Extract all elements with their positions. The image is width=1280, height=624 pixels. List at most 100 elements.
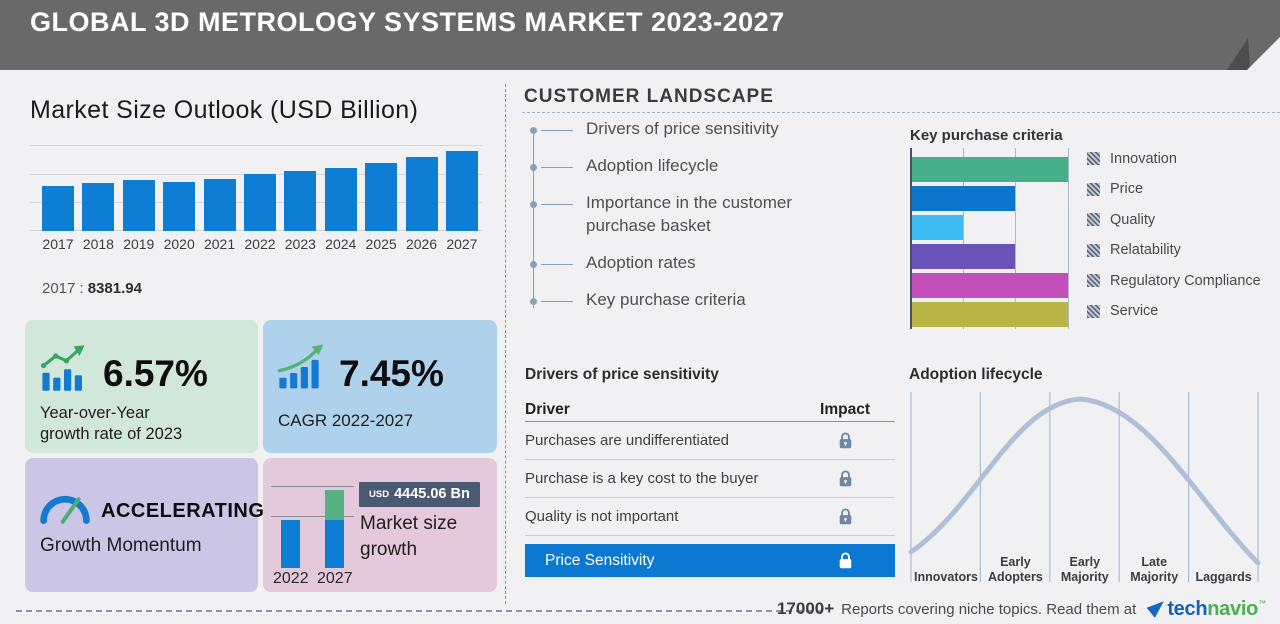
legend-item-regulatory-compliance: Regulatory Compliance [1087,272,1261,289]
market-bar-column [365,163,398,231]
landscape-list-item: Drivers of price sensitivity [530,118,860,141]
bullet-dot-icon [530,163,537,171]
cagr-label: CAGR 2022-2027 [278,411,414,430]
kpc-bar-price [912,186,1015,211]
market-bar-year-label: 2020 [163,236,195,252]
bullet-connector-line [541,166,573,168]
growth-amount: 4445.06 Bn [394,486,470,502]
momentum-value: ACCELERATING [101,500,265,522]
market-bar-2017 [42,186,74,231]
landscape-item-label: Adoption rates [586,252,696,272]
legend-label: Service [1110,303,1159,319]
customer-landscape-title: CUSTOMER LANDSCAPE [524,86,774,107]
stage-label-late-majority: Late Majority [1130,555,1179,584]
technavio-logo[interactable]: tech navio ™ [1146,598,1266,621]
market-bar-2025 [365,163,398,231]
header-bar: GLOBAL 3D METROLOGY SYSTEMS MARKET 2023-… [0,0,1280,70]
lock-icon [795,551,895,570]
market-size-bar-chart [30,143,482,231]
impact-column-header: Impact [820,400,870,418]
highlight-label: Price Sensitivity [545,551,655,569]
growth-amount-badge: USD 4445.06 Bn [359,482,480,507]
market-bar-year-label: 2018 [82,236,114,252]
bullet-connector-line [541,130,573,131]
currency-label: USD [369,488,390,500]
landscape-list-item: Adoption lifecycle [530,155,860,178]
bullet-connector-line [541,300,573,302]
market-bar-2026 [405,157,438,231]
base-year-value: 2017 :8381.94 [42,280,142,297]
market-bar-2022 [243,174,276,231]
stage-label-early-adopters: Early Adopters [987,555,1043,584]
stage-label-innovators: Innovators [914,569,978,584]
market-bar-2020 [163,182,196,231]
legend-item-price: Price [1087,181,1261,197]
price-sensitivity-title: Drivers of price sensitivity [525,366,719,383]
growth-year-label: 2022 [273,570,309,587]
table-rows: Purchases are undifferentiated Purchase i… [525,422,895,536]
driver-label: Quality is not important [525,508,679,525]
landscape-item-label: Importance in the customer purchase bask… [586,192,792,235]
bullet-dot-icon [530,297,537,305]
bullet-connector-line [541,203,573,205]
market-bar-column [324,168,357,231]
stage-label-early-majority: Early Majority [1060,555,1109,584]
lock-icon [795,507,895,526]
growth-year-label: 2027 [317,570,353,587]
market-bar-2019 [122,180,155,231]
lock-icon [795,431,895,450]
landscape-item-label: Drivers of price sensitivity [586,119,779,138]
market-bar-2024 [324,168,357,231]
yoy-growth-value: 6.57% [103,353,208,394]
bullet-dot-icon [530,200,537,208]
landscape-list-item: Adoption rates [530,252,860,275]
report-title: GLOBAL 3D METROLOGY SYSTEMS MARKET 2023-… [30,7,785,37]
landscape-list-item: Importance in the customer purchase bask… [530,192,860,238]
market-bar-year-label: 2021 [203,236,236,252]
market-bar-column [163,182,196,231]
market-bar-year-label: 2023 [284,236,316,252]
market-size-labels: 2017 2018 2019 2020 2021 2022 2023 2024 2025 2026… [30,236,482,252]
base-year-label: 2017 : [42,280,84,297]
market-bar-2018 [82,183,115,231]
speedometer-icon [40,495,90,524]
customer-landscape-underline [522,112,1280,113]
legend-label: Quality [1110,211,1156,228]
yoy-growth-card: 6.57% Year-over-Year growth rate of 2023 [25,320,258,453]
customer-landscape-list: Drivers of price sensitivity Adoption lif… [530,118,860,326]
driver-label: Purchases are undifferentiated [525,432,730,449]
price-sensitivity-highlight-row: Price Sensitivity [525,544,895,577]
legend-label: Relatability [1110,242,1181,258]
market-bar-year-label: 2025 [365,236,397,252]
legend-hatch-marker-icon [1087,182,1100,196]
growth-bars-arrow-icon [40,345,85,391]
driver-row: Purchase is a key cost to the buyer [525,460,895,498]
legend-hatch-marker-icon [1087,243,1100,257]
vertical-section-divider [505,84,506,604]
market-bar-column [122,180,155,231]
market-bar-column [445,151,478,231]
growth-momentum-card: ACCELERATING Growth Momentum [25,458,264,592]
footer-dashed-divider [16,610,822,612]
landscape-list-item: Key purchase criteria [530,289,860,312]
market-bar-2027 [445,151,478,231]
market-bar-column [82,183,115,231]
market-bar-year-label: 2022 [244,236,276,252]
legend-label: Regulatory Compliance [1110,272,1261,289]
market-bar-year-label: 2017 [42,236,74,252]
kpc-bar-quality [912,215,963,240]
yoy-growth-label: Year-over-Year growth rate of 2023 [40,404,183,444]
market-bar-2021 [203,179,236,231]
bullet-dot-icon [530,260,537,268]
kpc-bar-service [912,302,1068,327]
driver-row: Quality is not important [525,498,895,536]
key-purchase-criteria-title: Key purchase criteria [910,127,1063,144]
kpc-bar-relatability [912,244,1015,269]
landscape-item-label: Adoption lifecycle [586,155,719,175]
growth-bar-2022 [281,520,300,568]
momentum-label: Growth Momentum [40,535,202,556]
market-size-bars [42,143,478,231]
growth-target-line [271,486,354,487]
kpc-bars [912,148,1070,329]
kpc-bar-innovation [912,157,1068,182]
